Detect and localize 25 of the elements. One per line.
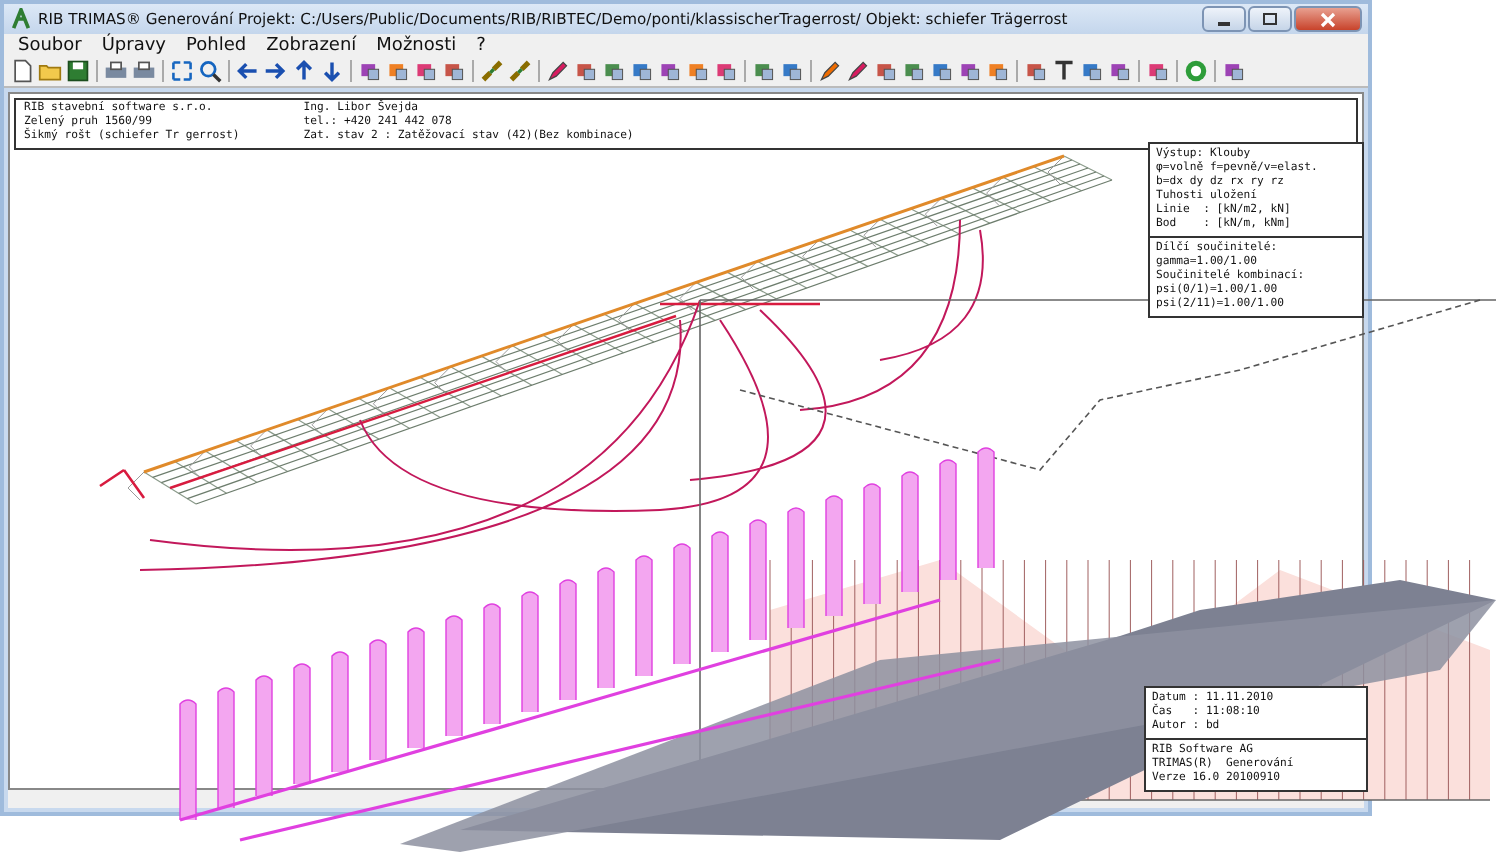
search-icon[interactable] (196, 57, 224, 85)
pencil-icon[interactable] (816, 57, 844, 85)
arrow-icon[interactable] (290, 57, 318, 85)
chain-icon[interactable] (478, 57, 506, 85)
menu-item[interactable]: Pohled (178, 35, 255, 55)
close-icon (1320, 11, 1336, 27)
chain-icon[interactable] (506, 57, 534, 85)
new-file-icon[interactable] (8, 57, 36, 85)
menu-item[interactable]: ? (468, 35, 494, 55)
menu-item[interactable]: Soubor (10, 35, 90, 55)
maximize-button[interactable] (1248, 6, 1292, 32)
close-button[interactable] (1294, 6, 1362, 32)
menu-item[interactable]: Možnosti (368, 35, 465, 55)
pencil-icon[interactable] (544, 57, 572, 85)
minimize-button[interactable] (1202, 6, 1246, 32)
arrow-icon[interactable] (234, 57, 262, 85)
arrow-icon[interactable] (262, 57, 290, 85)
menu-item[interactable]: Úpravy (93, 35, 175, 55)
menu-item[interactable]: Zobrazení (258, 35, 365, 55)
zoom-fit-icon[interactable] (168, 57, 196, 85)
pencil-icon[interactable] (844, 57, 872, 85)
text-icon[interactable] (1050, 57, 1078, 85)
save-icon[interactable] (64, 57, 92, 85)
maximize-icon (1262, 12, 1278, 26)
arrow-icon[interactable] (318, 57, 346, 85)
